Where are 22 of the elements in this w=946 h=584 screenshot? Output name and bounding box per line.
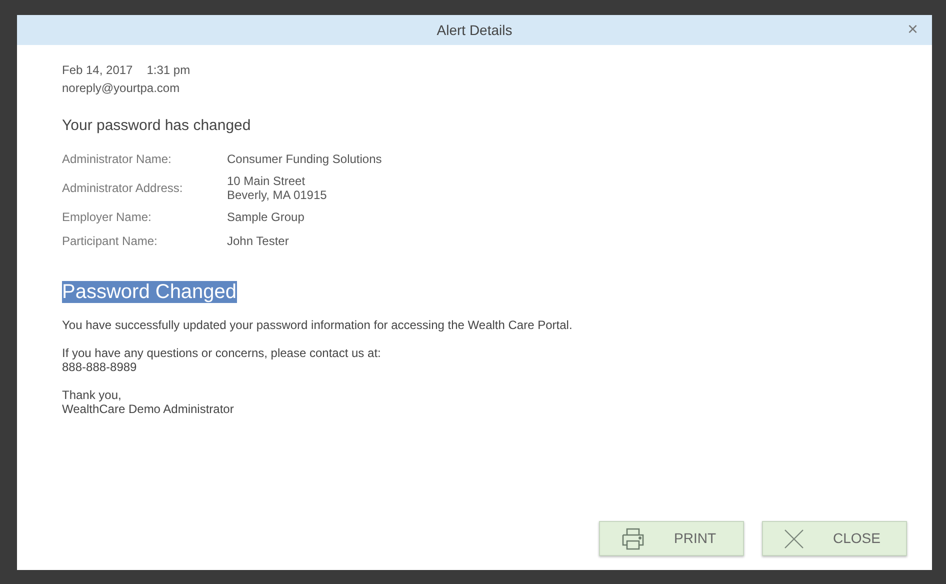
section-heading: Password Changed	[62, 280, 237, 302]
detail-label: Participant Name:	[62, 232, 158, 250]
body-paragraph: Thank you, WealthCare Demo Administrator	[62, 388, 234, 416]
printer-icon	[620, 526, 646, 550]
message-subject: Your password has changed	[62, 116, 252, 136]
detail-value: Consumer Funding Solutions	[227, 152, 383, 166]
detail-label: Administrator Address:	[62, 180, 184, 196]
sender-email: noreply@yourtpa.com	[62, 80, 181, 97]
print-button[interactable]: PRINT	[599, 521, 744, 556]
close-button[interactable]: CLOSE	[762, 521, 907, 556]
detail-value: Sample Group	[227, 210, 306, 224]
detail-value: John Tester	[227, 234, 290, 248]
body-paragraph: You have successfully updated your password information for accessing the Wealth Care Portal.	[62, 318, 572, 332]
close-button[interactable]: ×	[907, 19, 918, 39]
detail-value: 10 Main Street Beverly, MA 01915	[227, 174, 328, 202]
dialog-title: Alert Details	[436, 20, 512, 40]
detail-label: Employer Name:	[62, 208, 152, 226]
message-date: Feb 14, 2017	[62, 62, 133, 79]
close-icon	[783, 528, 805, 550]
message-time: 1:31 pm	[146, 62, 190, 79]
body-paragraph: If you have any questions or concerns, please contact us at: 888-888-8989	[62, 346, 381, 374]
detail-label: Administrator Name:	[62, 150, 172, 168]
